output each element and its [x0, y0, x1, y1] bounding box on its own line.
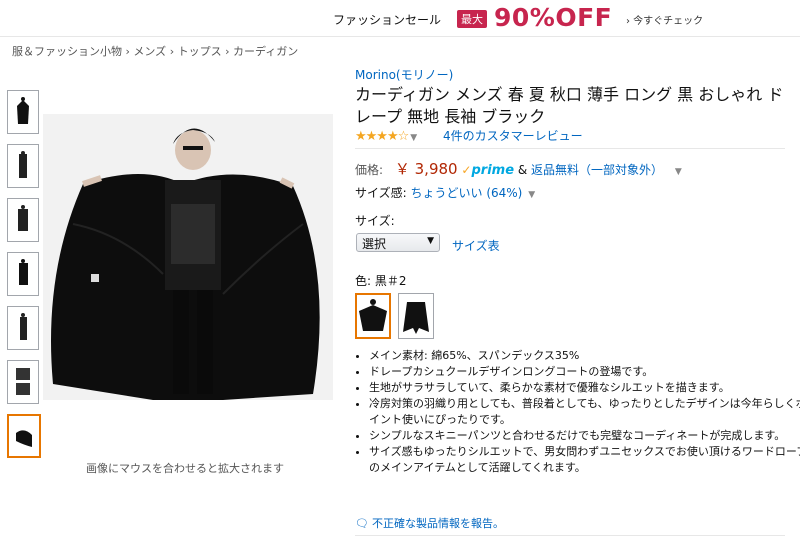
- size-feel-value[interactable]: ちょうどいい (64%): [411, 186, 523, 200]
- chevron-down-icon[interactable]: ▼: [675, 167, 682, 177]
- divider: [355, 535, 785, 536]
- sale-banner[interactable]: ファッションセール 最大 90%OFF › 今すぐチェック: [0, 0, 800, 37]
- feature-bullet: 冷房対策の羽織り用としても、普段着としても、ゆったりとしたデザインは今年らしくポ…: [369, 396, 800, 428]
- feature-bullet: メイン素材: 綿65%、スパンデックス35%: [369, 348, 800, 364]
- breadcrumb-sep: ›: [169, 45, 175, 58]
- zoom-hint-caption: 画像にマウスを合わせると拡大されます: [86, 462, 284, 475]
- thumbnail-2[interactable]: [7, 144, 39, 188]
- divider: [355, 148, 785, 149]
- color-swatch-black[interactable]: [398, 293, 434, 339]
- color-value: 黒＃2: [374, 274, 407, 288]
- color-label: 色:: [355, 274, 372, 288]
- chevron-down-icon[interactable]: ▼: [410, 133, 417, 143]
- size-feel-row: サイズ感: ちょうどいい (64%) ▼: [355, 184, 535, 201]
- sale-badge: 最大: [457, 10, 487, 28]
- product-title: カーディガン メンズ 春 夏 秋口 薄手 ロング 黒 おしゃれ ドレープ 無地 …: [355, 85, 784, 126]
- main-product-image[interactable]: [43, 114, 333, 400]
- price-label: 価格:: [355, 163, 384, 177]
- thumbnail-5[interactable]: [7, 306, 39, 350]
- thumbnail-3[interactable]: [7, 198, 39, 242]
- product-thumbnail-image: [16, 368, 30, 395]
- breadcrumb-item-cardigan[interactable]: カーディガン: [233, 45, 298, 58]
- comment-icon: 🗨: [355, 517, 369, 530]
- product-thumbnail-image: [17, 97, 29, 124]
- model-wearing-cardigan-image: [43, 114, 333, 400]
- cardigan-swatch-image: [359, 299, 387, 331]
- sale-text: ファッションセール: [333, 13, 442, 27]
- chevron-down-icon[interactable]: ▼: [528, 190, 535, 200]
- thumbnail-strip: [7, 90, 41, 468]
- size-chart-link[interactable]: サイズ表: [452, 237, 500, 254]
- chevron-down-icon: ▼: [427, 236, 434, 246]
- feature-bullet: サイズ感もゆったりシルエットで、男女問わずユニセックスでお使い頂けるワードローブ…: [369, 444, 800, 476]
- product-thumbnail-image: [19, 259, 28, 285]
- product-thumbnail-image: [16, 430, 32, 447]
- price-value: ￥ 3,980: [394, 160, 458, 178]
- size-select[interactable]: 選択 ▼: [356, 233, 440, 252]
- prime-badge: prime: [471, 163, 515, 178]
- customer-reviews-link[interactable]: 4件のカスタマーレビュー: [443, 129, 583, 143]
- thumbnail-4[interactable]: [7, 252, 39, 296]
- thumbnail-1[interactable]: [7, 90, 39, 134]
- breadcrumb-sep: ›: [125, 45, 130, 58]
- check-now-link[interactable]: › 今すぐチェック: [626, 12, 703, 27]
- thumbnail-6[interactable]: [7, 360, 39, 404]
- feature-bullet: ドレープカシュクールデザインロングコートの登場です。: [369, 364, 800, 380]
- breadcrumb-item-fashion[interactable]: 服＆ファッション小物: [12, 45, 122, 58]
- breadcrumb-sep: ›: [225, 45, 230, 58]
- rating-row: ★★★★☆ ▼ 4件のカスタマーレビュー: [355, 127, 583, 144]
- price-row: 価格: ￥ 3,980 ✓prime & 返品無料（一部対象外） ▼: [355, 158, 682, 179]
- cardigan-swatch-image: [403, 302, 429, 334]
- size-label: サイズ:: [355, 214, 395, 228]
- report-row: 🗨 不正確な製品情報を報告。: [355, 515, 504, 531]
- report-incorrect-info-link[interactable]: 不正確な製品情報を報告。: [372, 517, 504, 530]
- product-thumbnail-image: [18, 205, 28, 231]
- breadcrumb-item-mens[interactable]: メンズ: [133, 45, 166, 58]
- feature-bullet: シンプルなスキニーパンツと合わせるだけでも完璧なコーディネートが完成します。: [369, 428, 800, 444]
- product-thumbnail-image: [20, 313, 27, 340]
- product-thumbnail-image: [19, 151, 27, 178]
- feature-bullets: メイン素材: 綿65%、スパンデックス35% ドレープカシュクールデザインロング…: [355, 348, 800, 476]
- thumbnail-7-selected[interactable]: [7, 414, 41, 458]
- free-returns-link[interactable]: 返品無料（一部対象外）: [531, 163, 663, 177]
- feature-bullet: 生地がサラサラしていて、柔らかな素材で優雅なシルエットを描きます。: [369, 380, 800, 396]
- brand-link[interactable]: Morino(モリノー): [355, 66, 453, 83]
- size-select-value: 選択: [362, 237, 387, 251]
- color-swatch-black-2[interactable]: [355, 293, 391, 339]
- shipping-amp: &: [517, 163, 528, 177]
- sale-discount: 90%OFF: [494, 3, 613, 32]
- breadcrumb-item-tops[interactable]: トップス: [178, 45, 222, 58]
- star-rating-icon[interactable]: ★★★★☆: [355, 129, 409, 144]
- prime-check-icon: ✓: [461, 163, 472, 177]
- size-feel-label: サイズ感:: [355, 186, 407, 200]
- breadcrumb: 服＆ファッション小物 › メンズ › トップス › カーディガン: [12, 43, 298, 59]
- color-row: 色: 黒＃2: [355, 272, 407, 289]
